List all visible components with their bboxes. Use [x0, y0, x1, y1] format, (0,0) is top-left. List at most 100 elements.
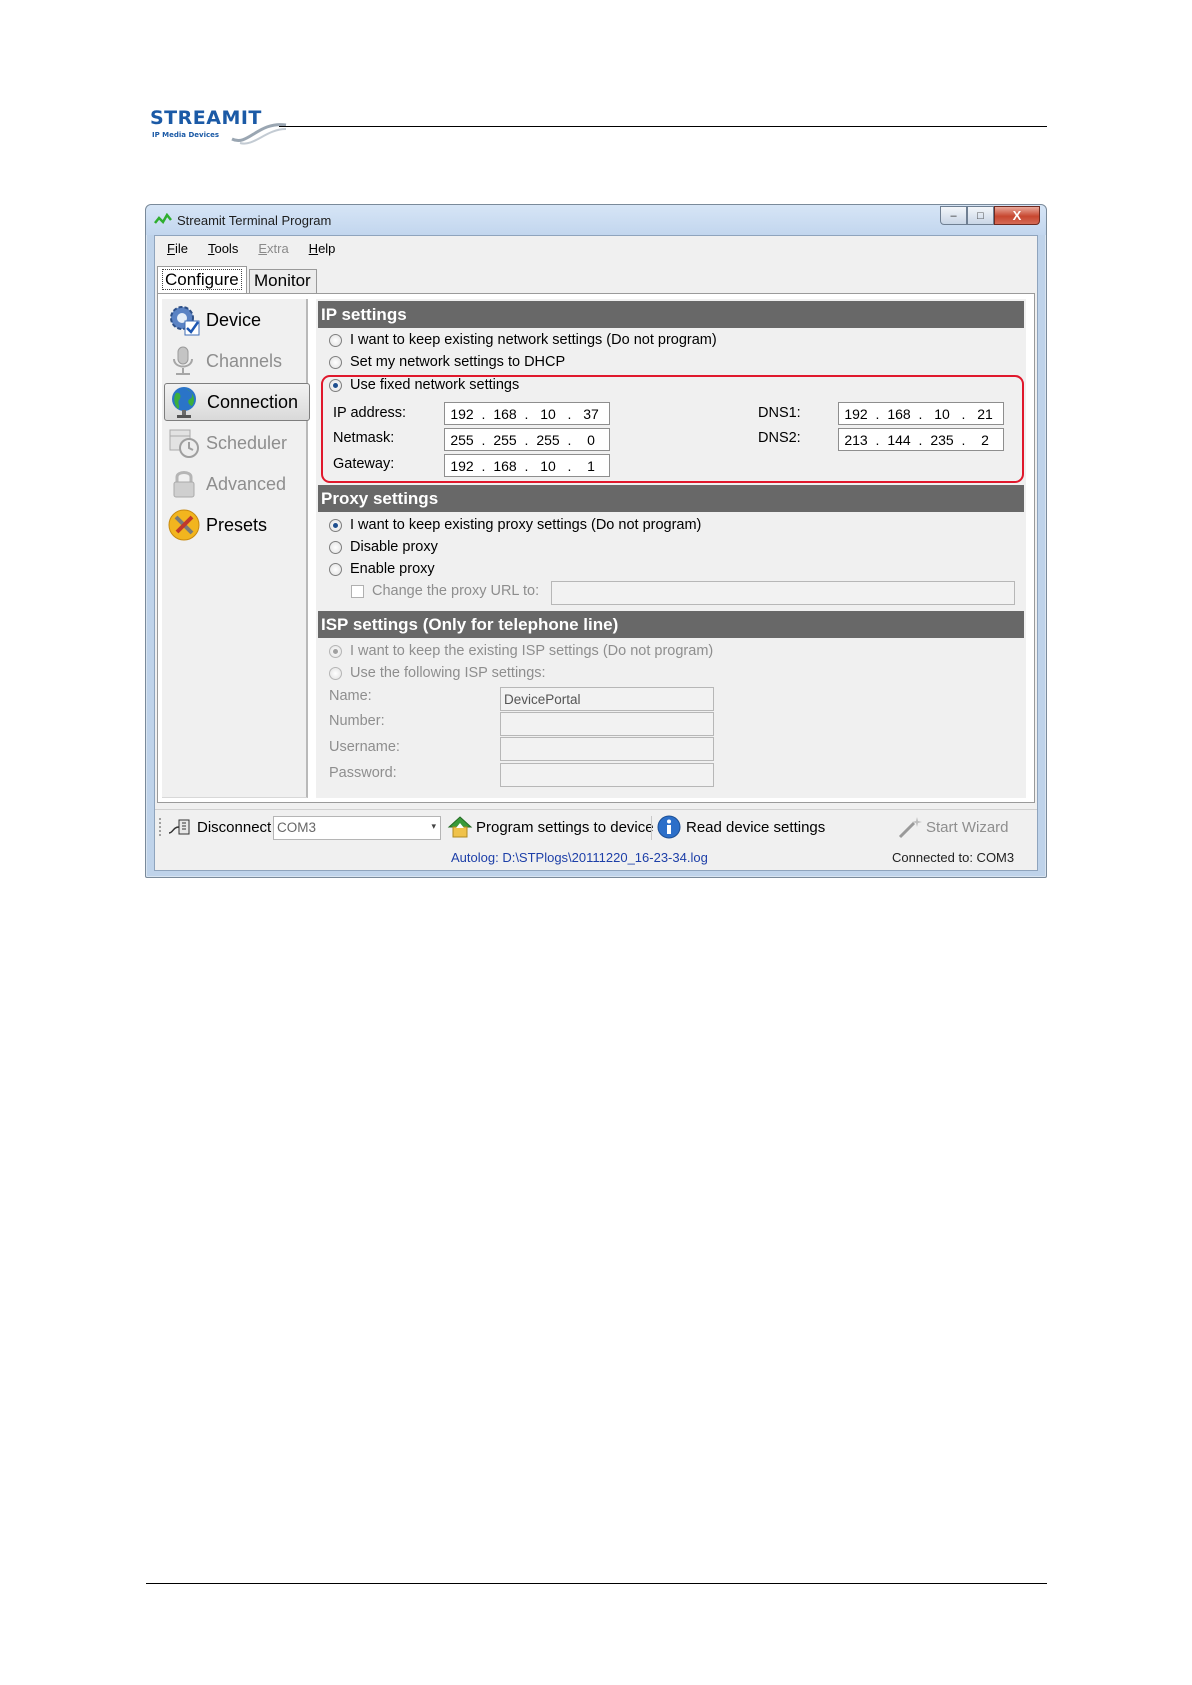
ip-address-input[interactable]: 192. 168. 10. 37 — [444, 402, 610, 425]
proxy-option-disable[interactable]: Disable proxy — [329, 539, 438, 555]
tab-configure[interactable]: Configure — [157, 266, 247, 293]
radio-button[interactable] — [329, 540, 342, 554]
isp-name-input[interactable]: DevicePortal — [500, 687, 714, 711]
sidebar-item-device[interactable]: Device — [164, 301, 310, 339]
com-port-select[interactable]: COM3 ▾ — [273, 816, 441, 840]
maximize-button[interactable]: □ — [967, 206, 994, 225]
isp-option-custom[interactable]: Use the following ISP settings: — [329, 665, 546, 681]
status-bar: Autolog: D:\STPlogs\20111220_16-23-34.lo… — [155, 845, 1037, 869]
connection-status: Connected to: COM3 — [892, 850, 1015, 865]
sidebar-item-advanced[interactable]: Advanced — [164, 465, 310, 503]
header-rule — [279, 126, 1047, 127]
isp-option-keep-label: I want to keep the existing ISP settings… — [350, 643, 714, 659]
gear-check-icon — [166, 302, 202, 338]
window-title: Streamit Terminal Program — [177, 213, 332, 228]
proxy-option-enable-label: Enable proxy — [350, 561, 435, 577]
program-settings-label: Program settings to device — [476, 818, 654, 836]
ip-option-keep[interactable]: I want to keep existing network settings… — [329, 332, 717, 348]
sidebar-item-connection[interactable]: Connection — [164, 383, 310, 421]
proxy-url-checkbox-row[interactable]: Change the proxy URL to: — [351, 583, 539, 599]
read-settings-label: Read device settings — [686, 818, 826, 836]
isp-password-label: Password: — [329, 765, 397, 781]
menu-extra[interactable]: Extra — [258, 241, 288, 256]
ip-option-fixed[interactable]: Use fixed network settings — [329, 377, 519, 393]
bottom-toolbar: Disconnect COM3 ▾ Program settings to de… — [155, 809, 1037, 843]
disconnect-label: Disconnect — [197, 818, 272, 836]
start-wizard-button[interactable]: Start Wizard — [897, 815, 1009, 839]
app-icon — [154, 213, 172, 225]
ip-address-label: IP address: — [333, 405, 407, 421]
radio-button[interactable] — [329, 378, 342, 392]
netmask-label: Netmask: — [333, 430, 395, 446]
menu-file[interactable]: File — [167, 241, 188, 256]
dns2-input[interactable]: 213. 144. 235. 2 — [838, 428, 1004, 451]
isp-username-label: Username: — [329, 739, 400, 755]
start-wizard-label: Start Wizard — [926, 818, 1009, 836]
toolbar-grip[interactable] — [159, 818, 162, 836]
com-port-value: COM3 — [277, 820, 317, 835]
netmask-input[interactable]: 255. 255. 255. 0 — [444, 428, 610, 451]
sidebar-item-label: Presets — [206, 514, 268, 535]
autolog-path: Autolog: D:\STPlogs\20111220_16-23-34.lo… — [451, 850, 708, 865]
proxy-url-input[interactable] — [551, 581, 1015, 605]
dns1-label: DNS1: — [758, 405, 801, 421]
sidebar-item-label: Device — [206, 309, 262, 330]
tools-icon — [166, 507, 202, 543]
sidebar-item-label: Scheduler — [206, 432, 288, 453]
radio-button[interactable] — [329, 562, 342, 576]
isp-option-keep[interactable]: I want to keep the existing ISP settings… — [329, 643, 713, 659]
sidebar-item-presets[interactable]: Presets — [164, 506, 310, 544]
radio-button[interactable] — [329, 644, 342, 658]
dns1-input[interactable]: 192. 168. 10. 21 — [838, 402, 1004, 425]
magic-wand-icon — [898, 817, 922, 839]
info-icon — [657, 815, 681, 839]
sidebar-item-label: Advanced — [206, 473, 287, 494]
sidebar-item-label: Connection — [207, 391, 299, 412]
proxy-option-keep[interactable]: I want to keep existing proxy settings (… — [329, 517, 701, 533]
isp-number-input[interactable] — [500, 712, 714, 736]
isp-number-label: Number: — [329, 713, 385, 729]
sidebar-item-scheduler[interactable]: Scheduler — [164, 424, 310, 462]
read-settings-button[interactable]: Read device settings — [657, 815, 825, 839]
ip-option-dhcp[interactable]: Set my network settings to DHCP — [329, 354, 565, 370]
plug-icon — [168, 819, 190, 835]
isp-password-input[interactable] — [500, 763, 714, 787]
menu-bar: File Tools Extra Help — [155, 236, 1037, 260]
app-window: Streamit Terminal Program – □ X File Too… — [145, 204, 1047, 878]
gateway-input[interactable]: 192. 168. 10. 1 — [444, 454, 610, 477]
title-bar[interactable]: Streamit Terminal Program – □ X — [146, 205, 1046, 235]
upload-house-icon — [447, 816, 473, 838]
ip-settings-header: IP settings — [318, 301, 1024, 328]
disconnect-button[interactable]: Disconnect — [167, 817, 271, 837]
proxy-option-keep-label: I want to keep existing proxy settings (… — [350, 517, 702, 533]
ip-option-keep-label: I want to keep existing network settings… — [350, 332, 717, 348]
sidebar: Device Channels Connection Scheduler Adv… — [162, 299, 310, 798]
radio-button[interactable] — [329, 355, 342, 369]
dns2-label: DNS2: — [758, 430, 801, 446]
calendar-clock-icon — [166, 425, 202, 461]
proxy-url-checkbox[interactable] — [351, 584, 364, 598]
radio-button[interactable] — [329, 518, 342, 532]
proxy-url-label: Change the proxy URL to: — [372, 583, 540, 599]
footer-rule — [146, 1583, 1047, 1584]
sidebar-item-channels[interactable]: Channels — [164, 342, 310, 380]
menu-tools[interactable]: Tools — [208, 241, 238, 256]
proxy-option-disable-label: Disable proxy — [350, 539, 438, 555]
tab-configure-label: Configure — [162, 269, 242, 290]
toolbar-separator — [651, 816, 652, 840]
connection-settings: IP settings I want to keep existing netw… — [316, 299, 1026, 798]
lock-icon — [166, 466, 202, 502]
isp-username-input[interactable] — [500, 737, 714, 761]
minimize-button[interactable]: – — [940, 206, 967, 225]
window-controls: – □ X — [940, 206, 1040, 225]
proxy-option-enable[interactable]: Enable proxy — [329, 561, 435, 577]
close-button[interactable]: X — [994, 206, 1040, 225]
program-settings-button[interactable]: Program settings to device — [447, 815, 654, 839]
tab-monitor[interactable]: Monitor — [249, 269, 317, 293]
tab-monitor-label: Monitor — [254, 271, 311, 290]
menu-help[interactable]: Help — [309, 241, 336, 256]
radio-button[interactable] — [329, 666, 342, 680]
radio-button[interactable] — [329, 333, 342, 347]
streamit-logo: STREAMIT IP Media Devices — [150, 107, 287, 147]
globe-icon — [167, 384, 203, 420]
